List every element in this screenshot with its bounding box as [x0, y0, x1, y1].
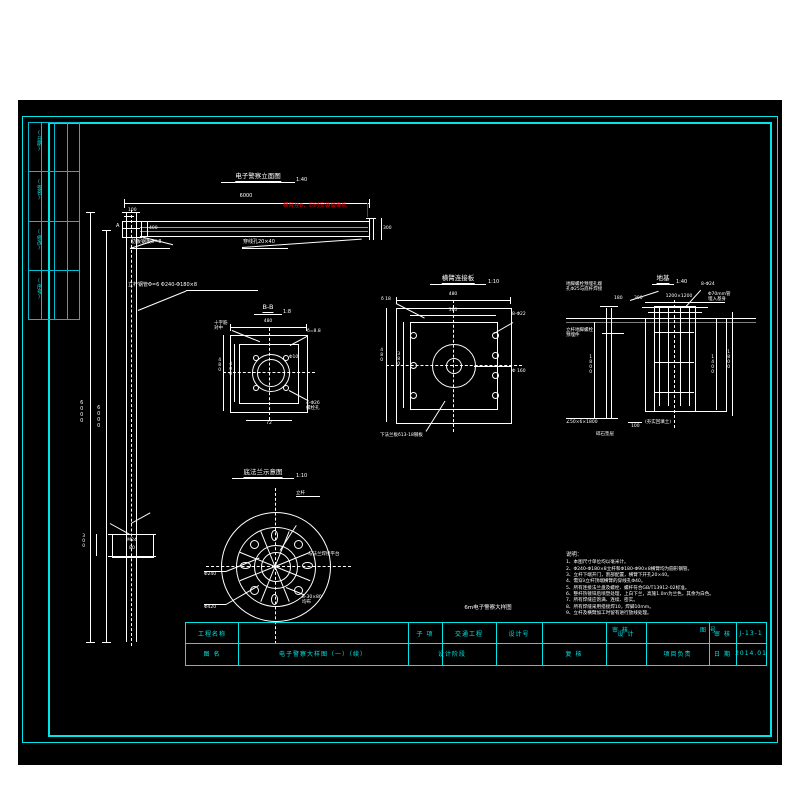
dim-foundation-d3: 100 [631, 424, 640, 429]
dim-armplate-width: 480 [448, 292, 458, 297]
notes-heading: 说明： [566, 552, 583, 558]
label-armplate-note: 下法兰板δ13-18钢板 [380, 433, 423, 438]
dim-foundation-plate: 1200×1200 [665, 294, 693, 299]
tb-label-drawing-name: 图 名 [203, 650, 221, 658]
tb-value-date[interactable]: 2014.01 [735, 643, 766, 663]
tb-label-drawing-no-text: 图 号 [700, 627, 717, 634]
label-foundation-conduit: Φ70mm管 埋入基身 [708, 292, 731, 303]
label-foundation-anchor: 地脚螺栓预埋孔端 孔Φ25与底杆焊接 [566, 282, 603, 293]
dim-armplate-inner-w: 380 [448, 308, 458, 313]
label-pole-spec: 立杆钢管Φ=6 Φ240-Φ180×8 [128, 282, 198, 288]
foundation-scale: 1:40 [676, 279, 688, 285]
dim-foundation-depth3: 1800 [726, 350, 732, 370]
dim-pole-height: 6000 [95, 405, 102, 429]
revision-label-3: (序号) [36, 278, 42, 300]
label-flange-d420: Φ420 [204, 605, 217, 610]
tb-value-drawing-name[interactable]: 电子警察大样图（一）（续） [238, 643, 408, 663]
flange-title: 底法兰示意图 [243, 468, 283, 478]
dim-end-height: 300 [383, 226, 392, 231]
label-hole: 穿线孔20×40 [243, 239, 275, 245]
foundation-title: 地基 [656, 274, 670, 284]
dim-base-w: 300 [81, 534, 87, 549]
label-flange-d240: Φ240 [204, 572, 217, 577]
revision-label-1: (签名) [36, 179, 42, 201]
tb-label-subitem: 子 项 [416, 630, 434, 638]
label-bb-thick: δ=8.8 [307, 329, 321, 334]
label-armplate-thick: δ 18 [381, 297, 391, 302]
arm-plate-title: 横臂连接板 [441, 274, 475, 284]
label-flange-bolts: 8-30×80 均布 [302, 595, 322, 606]
dim-foundation-depth2: 1400 [710, 355, 716, 375]
tb-value-drawing-no[interactable]: J-13-1 [736, 623, 766, 643]
dim-span: 6000 [239, 193, 253, 199]
section-bb-title: B-B [262, 303, 274, 313]
label-foundation-rebar: 8-Φ24 [701, 282, 715, 287]
revision-label-0: (日期) [36, 130, 42, 152]
label-base-plate: 80 [129, 546, 135, 551]
label-armplate-hole: Φ 160 [512, 369, 526, 374]
dim-armplate-height: 480 [379, 348, 385, 363]
tb-value-project-name[interactable] [238, 623, 408, 643]
dim-foundation-d1: 180 [614, 296, 623, 301]
tb-label-design-no: 设计号 [508, 630, 530, 638]
dim-bb-width: 480 [263, 319, 273, 324]
bottom-caption: 6m电子警察大样图 [464, 605, 512, 611]
tb-label-checker: 复 核 [565, 650, 583, 658]
elevation-red-note: 横臂挂8，同时安装摄像机 [283, 203, 348, 209]
revision-label-2: (修改) [36, 229, 42, 251]
tb-label-reviewer-text: 审 核 [612, 627, 629, 634]
dim-bb-bottom: 72 [266, 421, 272, 426]
arm-plate-scale: 1:10 [488, 279, 500, 285]
drawing-sheet: (日期) (签名) (修改) (序号) 电子警察立面图 1:40 6000 10… [0, 0, 800, 800]
tb-value-subitem[interactable]: 交通工程 [442, 623, 496, 643]
note-line: 9、立杆及横臂加工时留有进行放线处理。 [566, 611, 652, 617]
dim-foundation-depth: 1800 [588, 355, 594, 375]
tb-label-design-stage: 设计阶段 [437, 650, 466, 658]
label-bb-bolt: Φ10 [289, 355, 299, 360]
elevation-scale: 1:40 [296, 177, 308, 183]
notes-block: 说明： 1、本图尺寸单位均以毫米计。 2、Φ240-Φ180×8立杆和Φ180-… [566, 552, 781, 617]
section-bb-scale: 1:8 [283, 309, 292, 315]
label-foundation-pole: 立杆地脚螺栓 预埋件 [566, 328, 593, 339]
tb-value-design-stage[interactable] [496, 643, 542, 663]
label-flange-platform: 与法兰焊接平台 [308, 552, 340, 557]
label-bb-crossrib: 十字筋 对中 [214, 321, 228, 332]
label-gusset: 肋板钢板δ=8 [131, 239, 162, 245]
label-armplate-bolts: 8-Φ22 [512, 312, 526, 317]
dim-bb-inner-h: 400 [228, 362, 234, 377]
tb-value-checker[interactable] [606, 643, 646, 663]
tb-value-design-no[interactable] [542, 623, 606, 643]
tb-label-project-name: 工程名称 [197, 630, 226, 638]
tb-label-date: 日 期 [714, 650, 731, 658]
tb-label-project-lead: 项目负责 [663, 650, 692, 658]
elevation-title: 电子警察立面图 [235, 172, 281, 182]
label-bb-holes: 4-Φ26 螺栓孔 [306, 401, 320, 412]
title-block: 工程名称 子 项 交通工程 设计号 设 计 审 核 J-13-1 图 名 电子警… [185, 622, 767, 666]
section-marker-a: A [116, 223, 120, 229]
label-foundation-ground: (夯实回填土) [645, 420, 672, 425]
dim-armplate-inner-h: 380 [396, 352, 402, 367]
flange-scale: 1:10 [296, 473, 308, 479]
label-base-bolt: M24 [127, 538, 137, 543]
label-foundation-angle: ∠50×6×1800 [566, 420, 598, 425]
revision-table: (日期) (签名) (修改) (序号) [28, 122, 80, 320]
dim-pole-total: 6000 [78, 400, 85, 424]
label-foundation-foot: 碎石垫层 [596, 432, 614, 437]
dim-arm-drop: 400 [149, 226, 158, 231]
dim-bb-height: 480 [217, 358, 223, 373]
